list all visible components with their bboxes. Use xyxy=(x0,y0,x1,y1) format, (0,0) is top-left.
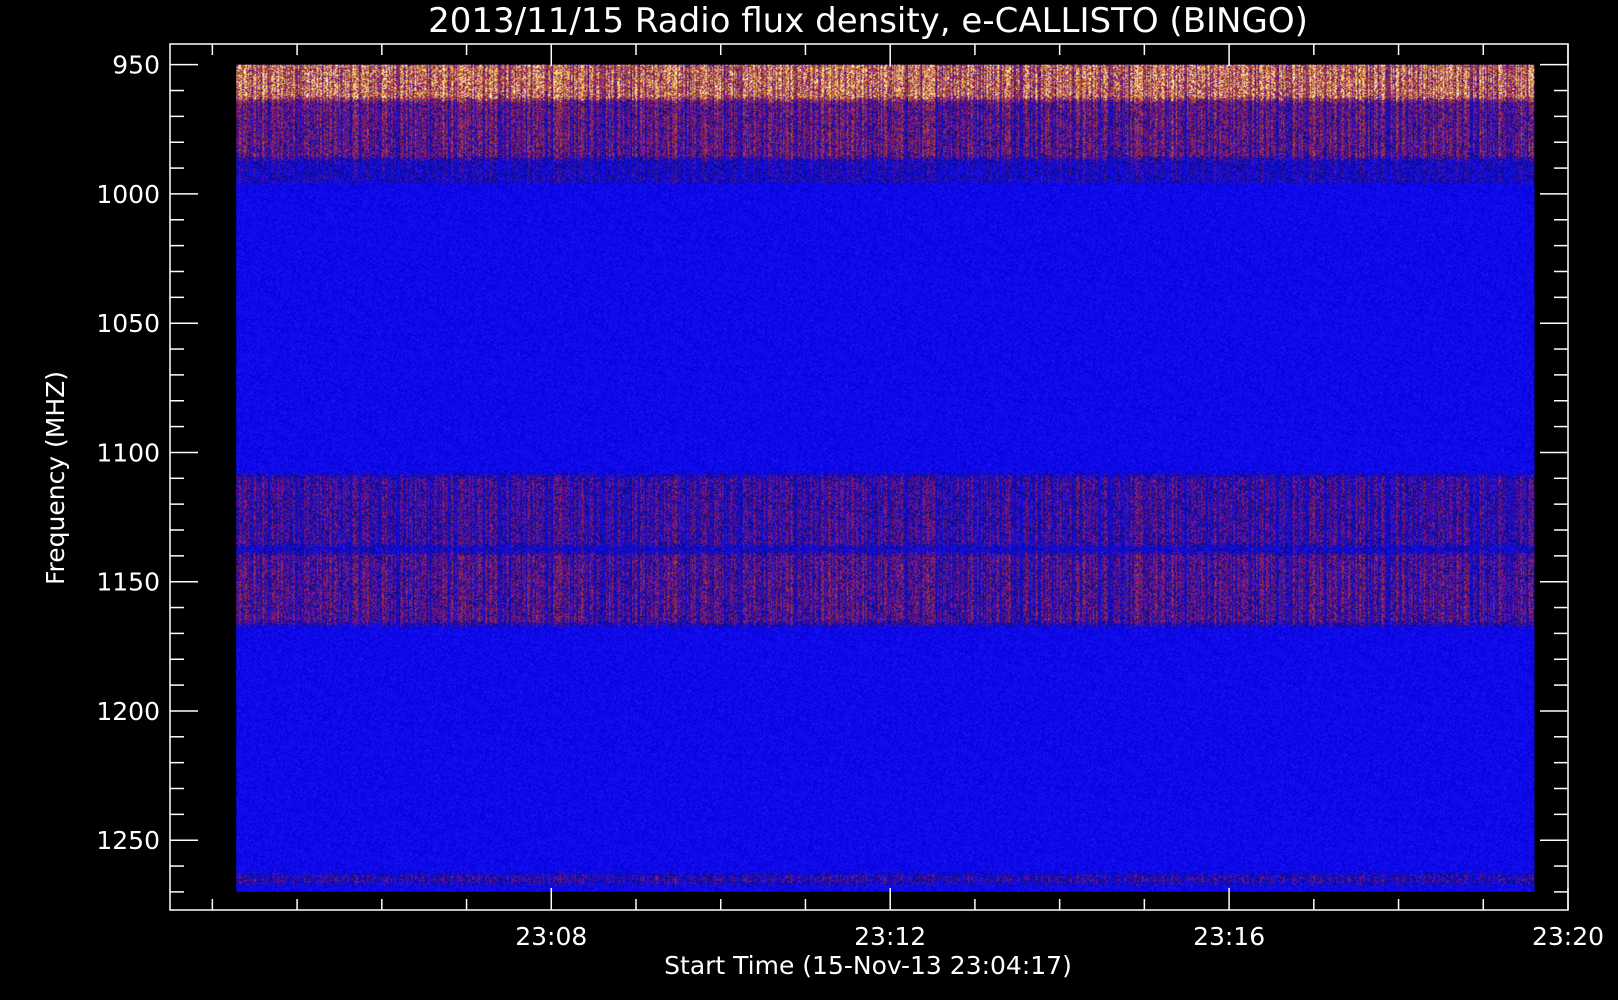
y-tick-label: 1000 xyxy=(96,180,160,209)
spectrogram-heatmap xyxy=(236,64,1535,892)
x-tick-label: 23:16 xyxy=(1193,922,1265,951)
y-axis-label: Frequency (MHZ) xyxy=(41,371,70,585)
x-axis-label: Start Time (15-Nov-13 23:04:17) xyxy=(664,951,1072,980)
spectrogram-chart: 2013/11/15 Radio flux density, e-CALLIST… xyxy=(0,0,1618,1000)
x-tick-label: 23:08 xyxy=(515,922,587,951)
y-tick-label: 1100 xyxy=(96,438,160,467)
y-tick-label: 1050 xyxy=(96,309,160,338)
y-tick-label: 1250 xyxy=(96,826,160,855)
heatmap-raster xyxy=(236,64,1535,892)
y-tick-label: 950 xyxy=(112,51,160,80)
chart-title: 2013/11/15 Radio flux density, e-CALLIST… xyxy=(428,1,1308,41)
y-tick-label: 1150 xyxy=(96,568,160,597)
x-tick-label: 23:20 xyxy=(1532,922,1604,951)
x-tick-label: 23:12 xyxy=(854,922,926,951)
y-tick-label: 1200 xyxy=(96,697,160,726)
